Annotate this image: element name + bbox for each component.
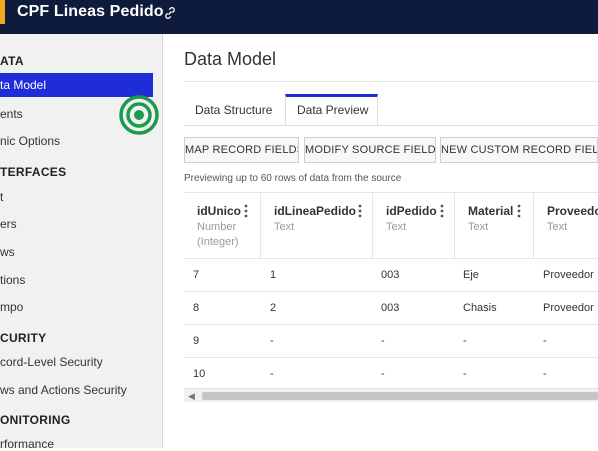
sidebar-header-interfaces: TERFACES: [0, 165, 67, 179]
column-header-idpedido[interactable]: idPedido Text: [373, 193, 455, 258]
scrollbar-thumb[interactable]: [202, 392, 598, 400]
table-cell: -: [543, 368, 547, 380]
sidebar-item-record-level-security[interactable]: cord-Level Security: [0, 355, 103, 369]
column-type: Text: [468, 221, 489, 233]
table-cell: 10: [193, 368, 206, 380]
table-cell: Proveedor: [543, 269, 594, 281]
table-row: 9 - - - -: [184, 324, 598, 357]
column-header-material[interactable]: Material Text: [455, 193, 534, 258]
table-cell: Proveedor: [543, 302, 594, 314]
column-type: Text: [274, 221, 295, 233]
scroll-left-icon[interactable]: ◀: [188, 391, 195, 402]
table-cell: 2: [270, 302, 277, 314]
column-menu-icon[interactable]: [244, 204, 248, 218]
tabs-divider: [184, 125, 598, 126]
table-row: 10 - - - -: [184, 357, 598, 388]
table-cell: 9: [193, 335, 200, 347]
table-cell: 003: [381, 302, 400, 314]
horizontal-scrollbar[interactable]: ◀: [184, 388, 598, 402]
sidebar-item-label: ta Model: [0, 78, 47, 92]
preview-note: Previewing up to 60 rows of data from th…: [184, 173, 402, 184]
app-title: CPF Lineas Pedido: [17, 3, 164, 20]
target-marker-icon: [119, 95, 159, 135]
modify-source-fields-button[interactable]: MODIFY SOURCE FIELDS: [304, 137, 436, 163]
table-cell: -: [270, 368, 274, 380]
table-cell: -: [463, 335, 467, 347]
page-title: Data Model: [184, 49, 277, 69]
table-cell: 8: [193, 302, 200, 314]
sidebar-header-monitoring: ONITORING: [0, 413, 71, 427]
column-menu-icon[interactable]: [440, 204, 444, 218]
sidebar-item-performance[interactable]: rformance: [0, 437, 54, 451]
sidebar-item-views[interactable]: ws: [0, 245, 15, 259]
table-row: 8 2 003 Chasis Proveedor: [184, 291, 598, 324]
sidebar-item-list[interactable]: t: [0, 190, 3, 204]
sidebar-item-actions[interactable]: tions: [0, 273, 25, 287]
app-header: CPF Lineas Pedido: [0, 0, 598, 34]
tab-data-structure[interactable]: Data Structure: [195, 103, 272, 117]
column-header-idlineapedido[interactable]: idLineaPedido Text: [261, 193, 373, 258]
table-cell: -: [270, 335, 274, 347]
table-cell: -: [463, 368, 467, 380]
sidebar-item-data-model[interactable]: ta Model: [0, 73, 153, 97]
main-content: Data Model Data Structure Data Preview M…: [164, 34, 598, 448]
app-accent-bar: [0, 0, 5, 24]
table-cell: 7: [193, 269, 200, 281]
link-icon[interactable]: [162, 5, 178, 21]
table-cell: Chasis: [463, 302, 497, 314]
sidebar-header-data: ATA: [0, 54, 24, 68]
column-name: Proveedor: [547, 204, 598, 218]
sidebar-item-events[interactable]: ents: [0, 107, 23, 121]
table-cell: -: [381, 335, 385, 347]
table-cell: 003: [381, 269, 400, 281]
table-cell: Eje: [463, 269, 479, 281]
column-menu-icon[interactable]: [358, 204, 362, 218]
sidebar-item-filters[interactable]: ers: [0, 217, 17, 231]
data-preview-grid: idUnico Number (Integer) idLineaPedido T…: [184, 192, 598, 388]
sidebar-item-tempo[interactable]: mpo: [0, 300, 23, 314]
table-cell: -: [543, 335, 547, 347]
column-name: idPedido: [386, 204, 437, 218]
table-row: 7 1 003 Eje Proveedor: [184, 258, 598, 291]
column-menu-icon[interactable]: [517, 204, 521, 218]
sidebar-item-views-actions-security[interactable]: ws and Actions Security: [0, 383, 127, 397]
tab-data-preview[interactable]: Data Preview: [297, 103, 368, 117]
column-header-idunico[interactable]: idUnico Number (Integer): [184, 193, 261, 258]
sidebar-item-dynamic-options[interactable]: nic Options: [0, 134, 60, 148]
column-name: idLineaPedido: [274, 204, 357, 218]
map-record-fields-button[interactable]: MAP RECORD FIELDS: [184, 137, 299, 163]
column-name: idUnico: [197, 204, 241, 218]
column-header-proveedor[interactable]: Proveedor Text: [534, 193, 598, 258]
new-custom-record-field-button[interactable]: NEW CUSTOM RECORD FIELD: [440, 137, 598, 163]
column-type: Text: [386, 221, 407, 233]
table-cell: -: [381, 368, 385, 380]
column-type: Text: [547, 221, 568, 233]
sidebar-header-security: CURITY: [0, 331, 47, 345]
column-type: Number (Integer): [197, 221, 239, 248]
table-cell: 1: [270, 269, 277, 281]
column-name: Material: [468, 204, 514, 218]
title-divider: [184, 81, 598, 82]
